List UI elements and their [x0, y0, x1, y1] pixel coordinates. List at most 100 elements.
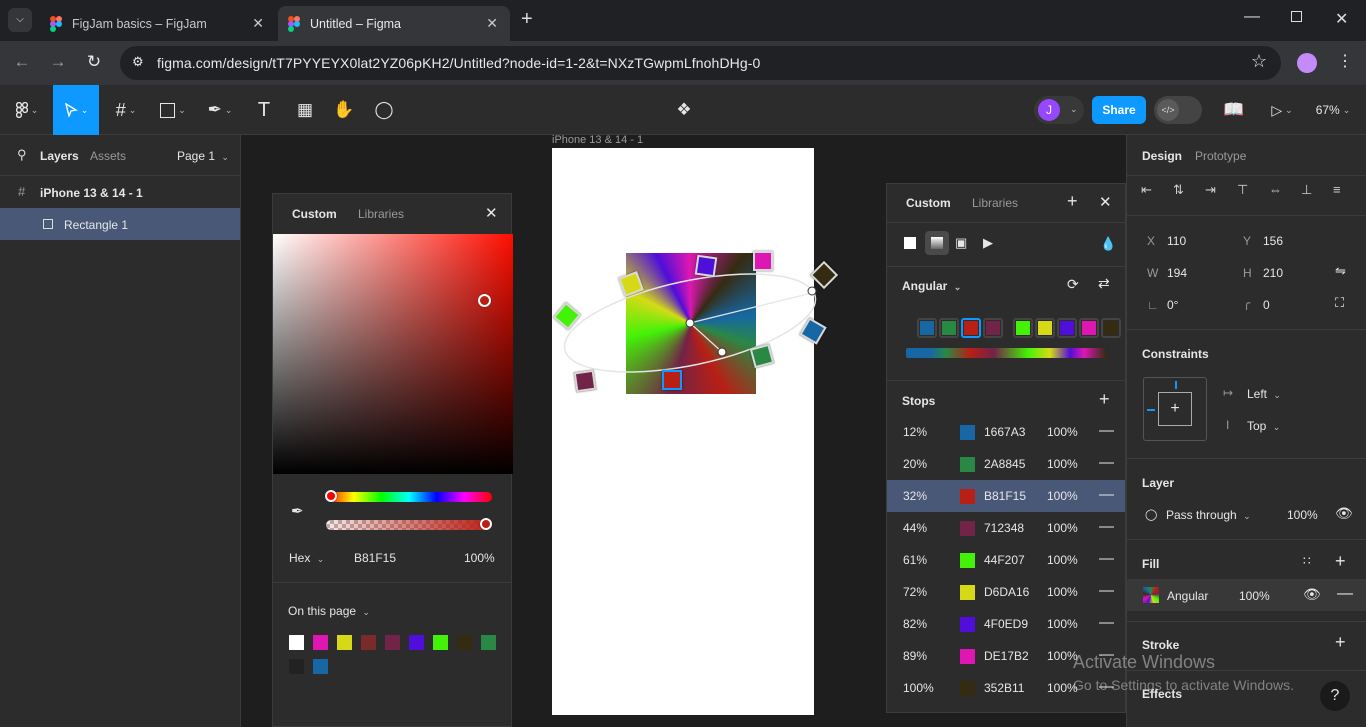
library-button[interactable]: 📖 — [1220, 85, 1248, 135]
layer-opacity-input[interactable]: 100% — [1287, 508, 1318, 522]
resources-button[interactable]: ▦ — [290, 85, 320, 135]
stop-position-input[interactable]: 100% — [903, 681, 934, 695]
pen-tool-button[interactable]: ✒ ⌄ — [200, 85, 240, 135]
user-avatar-button[interactable]: J ⌄ — [1034, 96, 1084, 124]
rotation-input[interactable]: 0° — [1167, 298, 1178, 312]
gradient-stop-handle[interactable] — [694, 254, 718, 278]
stop-hex-input[interactable]: D6DA16 — [984, 585, 1029, 599]
remove-stop-icon[interactable]: — — [1099, 486, 1114, 503]
gradient-stop-handle[interactable] — [753, 251, 773, 271]
stop-color-swatch[interactable] — [960, 489, 975, 504]
page-color-swatch[interactable] — [409, 635, 424, 650]
comment-tool-button[interactable]: ◯ — [370, 85, 398, 135]
layer-row-frame[interactable]: # iPhone 13 & 14 - 1 — [0, 176, 240, 208]
close-window-icon[interactable]: ✕ — [1335, 9, 1348, 29]
tab-libraries[interactable]: Libraries — [358, 207, 404, 221]
hue-slider[interactable] — [325, 490, 492, 502]
close-tab-icon[interactable]: ✕ — [486, 15, 498, 32]
main-menu-button[interactable]: ⌄ — [8, 85, 46, 135]
solid-fill-icon[interactable] — [904, 237, 916, 249]
stop-hex-input[interactable]: 1667A3 — [984, 425, 1025, 439]
align-center-v-icon[interactable]: ⇔ — [1269, 182, 1282, 197]
gradient-type-select[interactable]: Angular ⌄ — [902, 279, 961, 293]
y-input[interactable]: 156 — [1263, 234, 1283, 248]
color-field-cursor[interactable] — [478, 294, 491, 307]
horizontal-constraint-select[interactable]: Left ⌄ — [1247, 387, 1281, 401]
close-icon[interactable]: ✕ — [1099, 193, 1112, 211]
stop-color-swatch[interactable] — [960, 617, 975, 632]
add-style-icon[interactable]: + — [1067, 191, 1078, 212]
remove-stop-icon[interactable]: — — [1099, 454, 1114, 471]
page-color-swatch[interactable] — [313, 635, 328, 650]
width-input[interactable]: 194 — [1167, 266, 1187, 280]
tab-figjam[interactable]: FigJam basics – FigJam ✕ — [40, 6, 276, 41]
page-selector[interactable]: Page 1 ⌄ — [177, 149, 229, 163]
fill-swatch[interactable] — [1143, 587, 1159, 603]
url-bar[interactable]: ⚙ figma.com/design/tT7PYYEYX0lat2YZ06pKH… — [120, 46, 1281, 80]
page-color-swatch[interactable] — [313, 659, 328, 674]
search-icon[interactable]: ⚲ — [17, 147, 27, 163]
gradient-preview-bar[interactable] — [906, 348, 1106, 358]
styles-icon[interactable]: ∷ — [1303, 554, 1311, 568]
stop-hex-input[interactable]: 4F0ED9 — [984, 617, 1028, 631]
gradient-stop-handle-selected[interactable] — [662, 370, 682, 390]
stop-marker[interactable] — [1057, 318, 1077, 338]
distribute-icon[interactable]: ≡ — [1333, 182, 1341, 197]
stop-color-swatch[interactable] — [960, 681, 975, 696]
add-stop-icon[interactable]: + — [1099, 389, 1110, 410]
stop-opacity-input[interactable]: 100% — [1047, 553, 1078, 567]
page-color-swatch[interactable] — [361, 635, 376, 650]
help-button[interactable]: ? — [1320, 681, 1350, 711]
radius-input[interactable]: 0 — [1263, 298, 1270, 312]
stop-marker[interactable] — [983, 318, 1003, 338]
stop-opacity-input[interactable]: 100% — [1047, 585, 1078, 599]
align-bottom-icon[interactable]: ⊥ — [1301, 182, 1312, 198]
stop-marker[interactable] — [917, 318, 937, 338]
profile-avatar[interactable] — [1297, 53, 1317, 73]
eye-icon[interactable]: 👁 — [1335, 505, 1353, 522]
blend-mode-select[interactable]: Pass through ⌄ — [1166, 508, 1251, 522]
text-tool-button[interactable]: T — [250, 85, 278, 135]
restore-icon[interactable] — [1291, 11, 1302, 22]
stop-marker[interactable] — [939, 318, 959, 338]
remove-fill-icon[interactable]: — — [1337, 585, 1353, 603]
constraints-widget[interactable]: + — [1143, 377, 1207, 441]
on-this-page-select[interactable]: On this page ⌄ — [288, 604, 370, 618]
tab-search-button[interactable]: ⌵ — [8, 8, 32, 32]
move-tool-button[interactable]: ⌄ — [53, 85, 99, 135]
tab-prototype[interactable]: Prototype — [1195, 149, 1246, 163]
stop-row[interactable]: 20% 2A8845 100% — — [887, 448, 1125, 480]
close-tab-icon[interactable]: ✕ — [252, 15, 264, 32]
tab-figma-untitled[interactable]: Untitled – Figma ✕ — [278, 6, 510, 41]
saturation-brightness-field[interactable] — [273, 234, 513, 474]
share-button[interactable]: Share — [1092, 96, 1146, 124]
page-color-swatch[interactable] — [289, 659, 304, 674]
stop-marker[interactable] — [1079, 318, 1099, 338]
remove-stop-icon[interactable]: — — [1099, 614, 1114, 631]
tab-assets[interactable]: Assets — [90, 149, 126, 163]
tab-custom[interactable]: Custom — [906, 196, 951, 210]
rotate-gradient-icon[interactable]: ⟳ — [1067, 276, 1079, 293]
stop-opacity-input[interactable]: 100% — [1047, 521, 1078, 535]
stop-opacity-input[interactable]: 100% — [1047, 425, 1078, 439]
fill-opacity-input[interactable]: 100% — [1239, 589, 1270, 603]
stop-color-swatch[interactable] — [960, 553, 975, 568]
stop-hex-input[interactable]: B81F15 — [984, 489, 1026, 503]
height-input[interactable]: 210 — [1263, 266, 1283, 280]
stop-color-swatch[interactable] — [960, 585, 975, 600]
stop-position-input[interactable]: 12% — [903, 425, 927, 439]
stop-position-input[interactable]: 72% — [903, 585, 927, 599]
layer-row-rectangle[interactable]: Rectangle 1 — [0, 208, 240, 240]
shape-tool-button[interactable]: ⌄ — [153, 85, 193, 135]
zoom-button[interactable]: 67% ⌄ — [1308, 85, 1358, 135]
stop-position-input[interactable]: 32% — [903, 489, 927, 503]
dev-mode-toggle[interactable]: </> — [1154, 96, 1202, 124]
stop-row[interactable]: 12% 1667A3 100% — — [887, 416, 1125, 448]
align-right-icon[interactable]: ⇥ — [1205, 182, 1216, 198]
blend-icon[interactable]: 💧 — [1100, 236, 1116, 252]
page-color-swatch[interactable] — [481, 635, 496, 650]
remove-stop-icon[interactable]: — — [1099, 582, 1114, 599]
add-fill-icon[interactable]: + — [1335, 551, 1346, 572]
stop-marker[interactable] — [1035, 318, 1055, 338]
add-stroke-icon[interactable]: + — [1335, 632, 1346, 653]
